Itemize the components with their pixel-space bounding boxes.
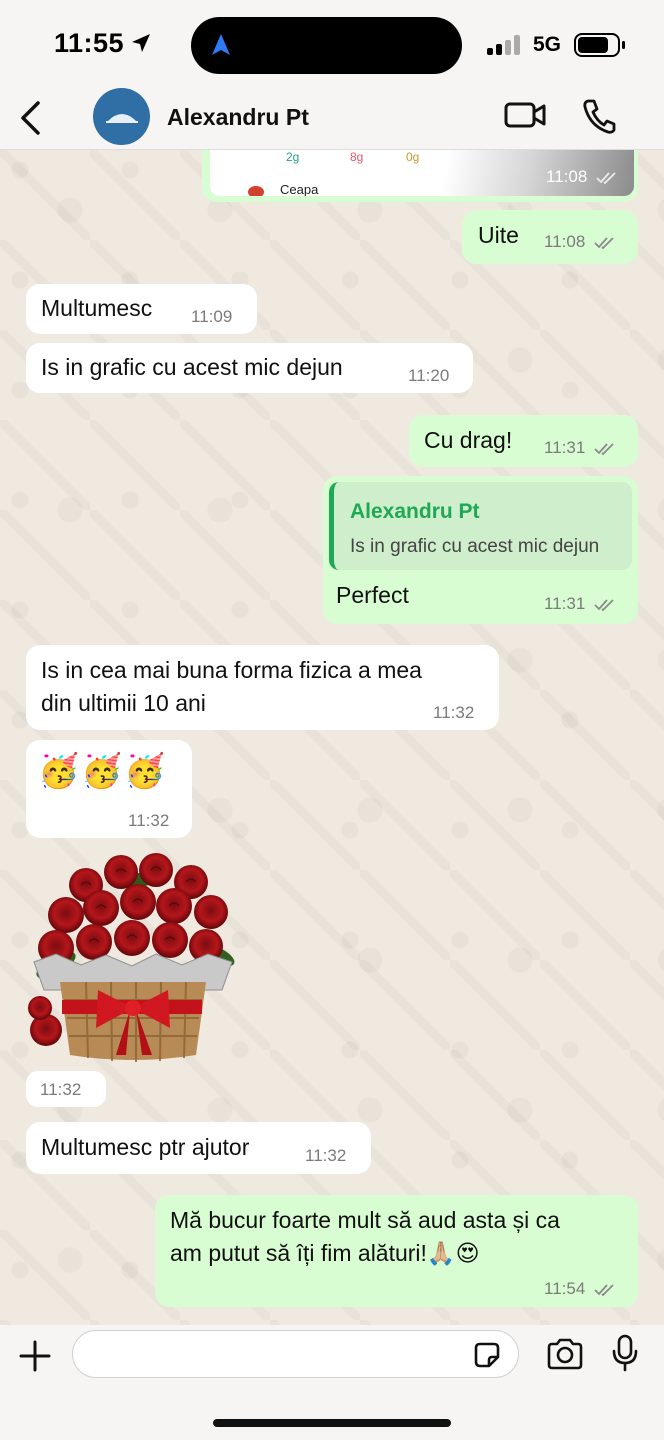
chat-header: Alexandru Pt xyxy=(0,88,664,150)
plus-icon[interactable] xyxy=(18,1339,52,1373)
message-input[interactable] xyxy=(72,1330,519,1378)
read-ticks-icon xyxy=(594,1283,614,1296)
avatar-logo-icon xyxy=(105,113,138,123)
outgoing-message[interactable]: Mă bucur foarte mult să aud asta și ca a… xyxy=(155,1195,638,1307)
message-text-line2: din ultimii 10 ani xyxy=(41,690,206,716)
incoming-message[interactable]: Is in cea mai buna forma fizica a mea di… xyxy=(26,645,499,730)
message-text: Uite xyxy=(478,222,519,248)
quote-text: Is in grafic cu acest mic dejun xyxy=(350,536,600,557)
party-face-emoji: 🥳🥳🥳 xyxy=(38,752,168,789)
video-call-icon[interactable] xyxy=(504,100,546,130)
back-chevron-icon[interactable] xyxy=(18,100,42,136)
home-indicator xyxy=(213,1419,451,1427)
message-input-bar xyxy=(0,1325,664,1440)
nutrient-protein: 2g xyxy=(286,150,300,164)
food-item-label: Ceapa xyxy=(280,182,319,196)
message-time: 11:32 xyxy=(40,1080,82,1099)
sticker-time-badge: 11:32 xyxy=(26,1071,106,1107)
message-text: Is in grafic cu acest mic dejun xyxy=(41,354,343,380)
quote-author: Alexandru Pt xyxy=(350,500,480,523)
message-time: 11:09 xyxy=(191,307,233,326)
message-time: 11:32 xyxy=(305,1146,347,1165)
roses-basket-sticker[interactable] xyxy=(26,850,238,1065)
onion-icon xyxy=(248,186,264,196)
message-text-line1: Mă bucur foarte mult să aud asta și ca xyxy=(170,1207,560,1233)
message-text: Multumesc ptr ajutor xyxy=(41,1134,250,1160)
message-time: 11:08 xyxy=(546,167,618,187)
contact-name[interactable]: Alexandru Pt xyxy=(167,104,309,131)
navigation-icon xyxy=(212,34,230,55)
message-time: 11:32 xyxy=(433,703,475,722)
network-label: 5G xyxy=(533,33,562,56)
incoming-emoji-message[interactable]: 🥳🥳🥳 11:32 xyxy=(26,740,192,838)
outgoing-message[interactable]: Uite 11:08 xyxy=(462,210,638,264)
read-ticks-icon xyxy=(596,171,616,184)
message-time: 11:20 xyxy=(408,366,450,385)
phone-call-icon[interactable] xyxy=(582,98,616,134)
image-message[interactable]: 2g 8g 0g Ceapa 11:08 xyxy=(202,150,638,202)
incoming-message[interactable]: Multumesc ptr ajutor 11:32 xyxy=(26,1122,371,1174)
read-ticks-icon xyxy=(594,598,614,611)
incoming-message[interactable]: Multumesc 11:09 xyxy=(26,284,257,334)
message-text: Cu drag! xyxy=(424,427,513,453)
status-time: 11:55 xyxy=(54,28,125,58)
outgoing-message[interactable]: Cu drag! 11:31 xyxy=(409,415,638,467)
avatar[interactable] xyxy=(93,88,150,145)
read-ticks-icon xyxy=(594,236,614,249)
message-text: Multumesc xyxy=(41,295,153,321)
message-text: Perfect xyxy=(336,582,409,608)
message-time: 11:32 xyxy=(128,811,170,830)
message-text-line2: am putut să îți fim alături!🙏🏼😍 xyxy=(170,1240,480,1266)
outgoing-reply-message[interactable]: Alexandru Pt Is in grafic cu acest mic d… xyxy=(323,476,638,624)
message-time: 11:08 xyxy=(544,232,616,252)
message-text-line1: Is in cea mai buna forma fizica a mea xyxy=(41,657,422,683)
status-bar: 11:55 5G xyxy=(0,0,664,90)
message-time: 11:31 xyxy=(544,438,616,458)
quoted-message[interactable]: Alexandru Pt Is in grafic cu acest mic d… xyxy=(329,482,632,570)
message-time: 11:54 xyxy=(544,1279,616,1299)
message-time: 11:31 xyxy=(544,594,616,614)
battery-icon xyxy=(574,33,625,57)
location-arrow-icon xyxy=(132,34,150,52)
camera-icon[interactable] xyxy=(546,1338,584,1370)
sticker-icon[interactable] xyxy=(472,1340,502,1370)
signal-icon xyxy=(487,35,523,55)
read-ticks-icon xyxy=(594,442,614,455)
incoming-message[interactable]: Is in grafic cu acest mic dejun 11:20 xyxy=(26,343,473,393)
microphone-icon[interactable] xyxy=(611,1334,639,1372)
nutrient-fat: 0g xyxy=(406,150,420,164)
nutrient-carbs: 8g xyxy=(350,150,364,164)
